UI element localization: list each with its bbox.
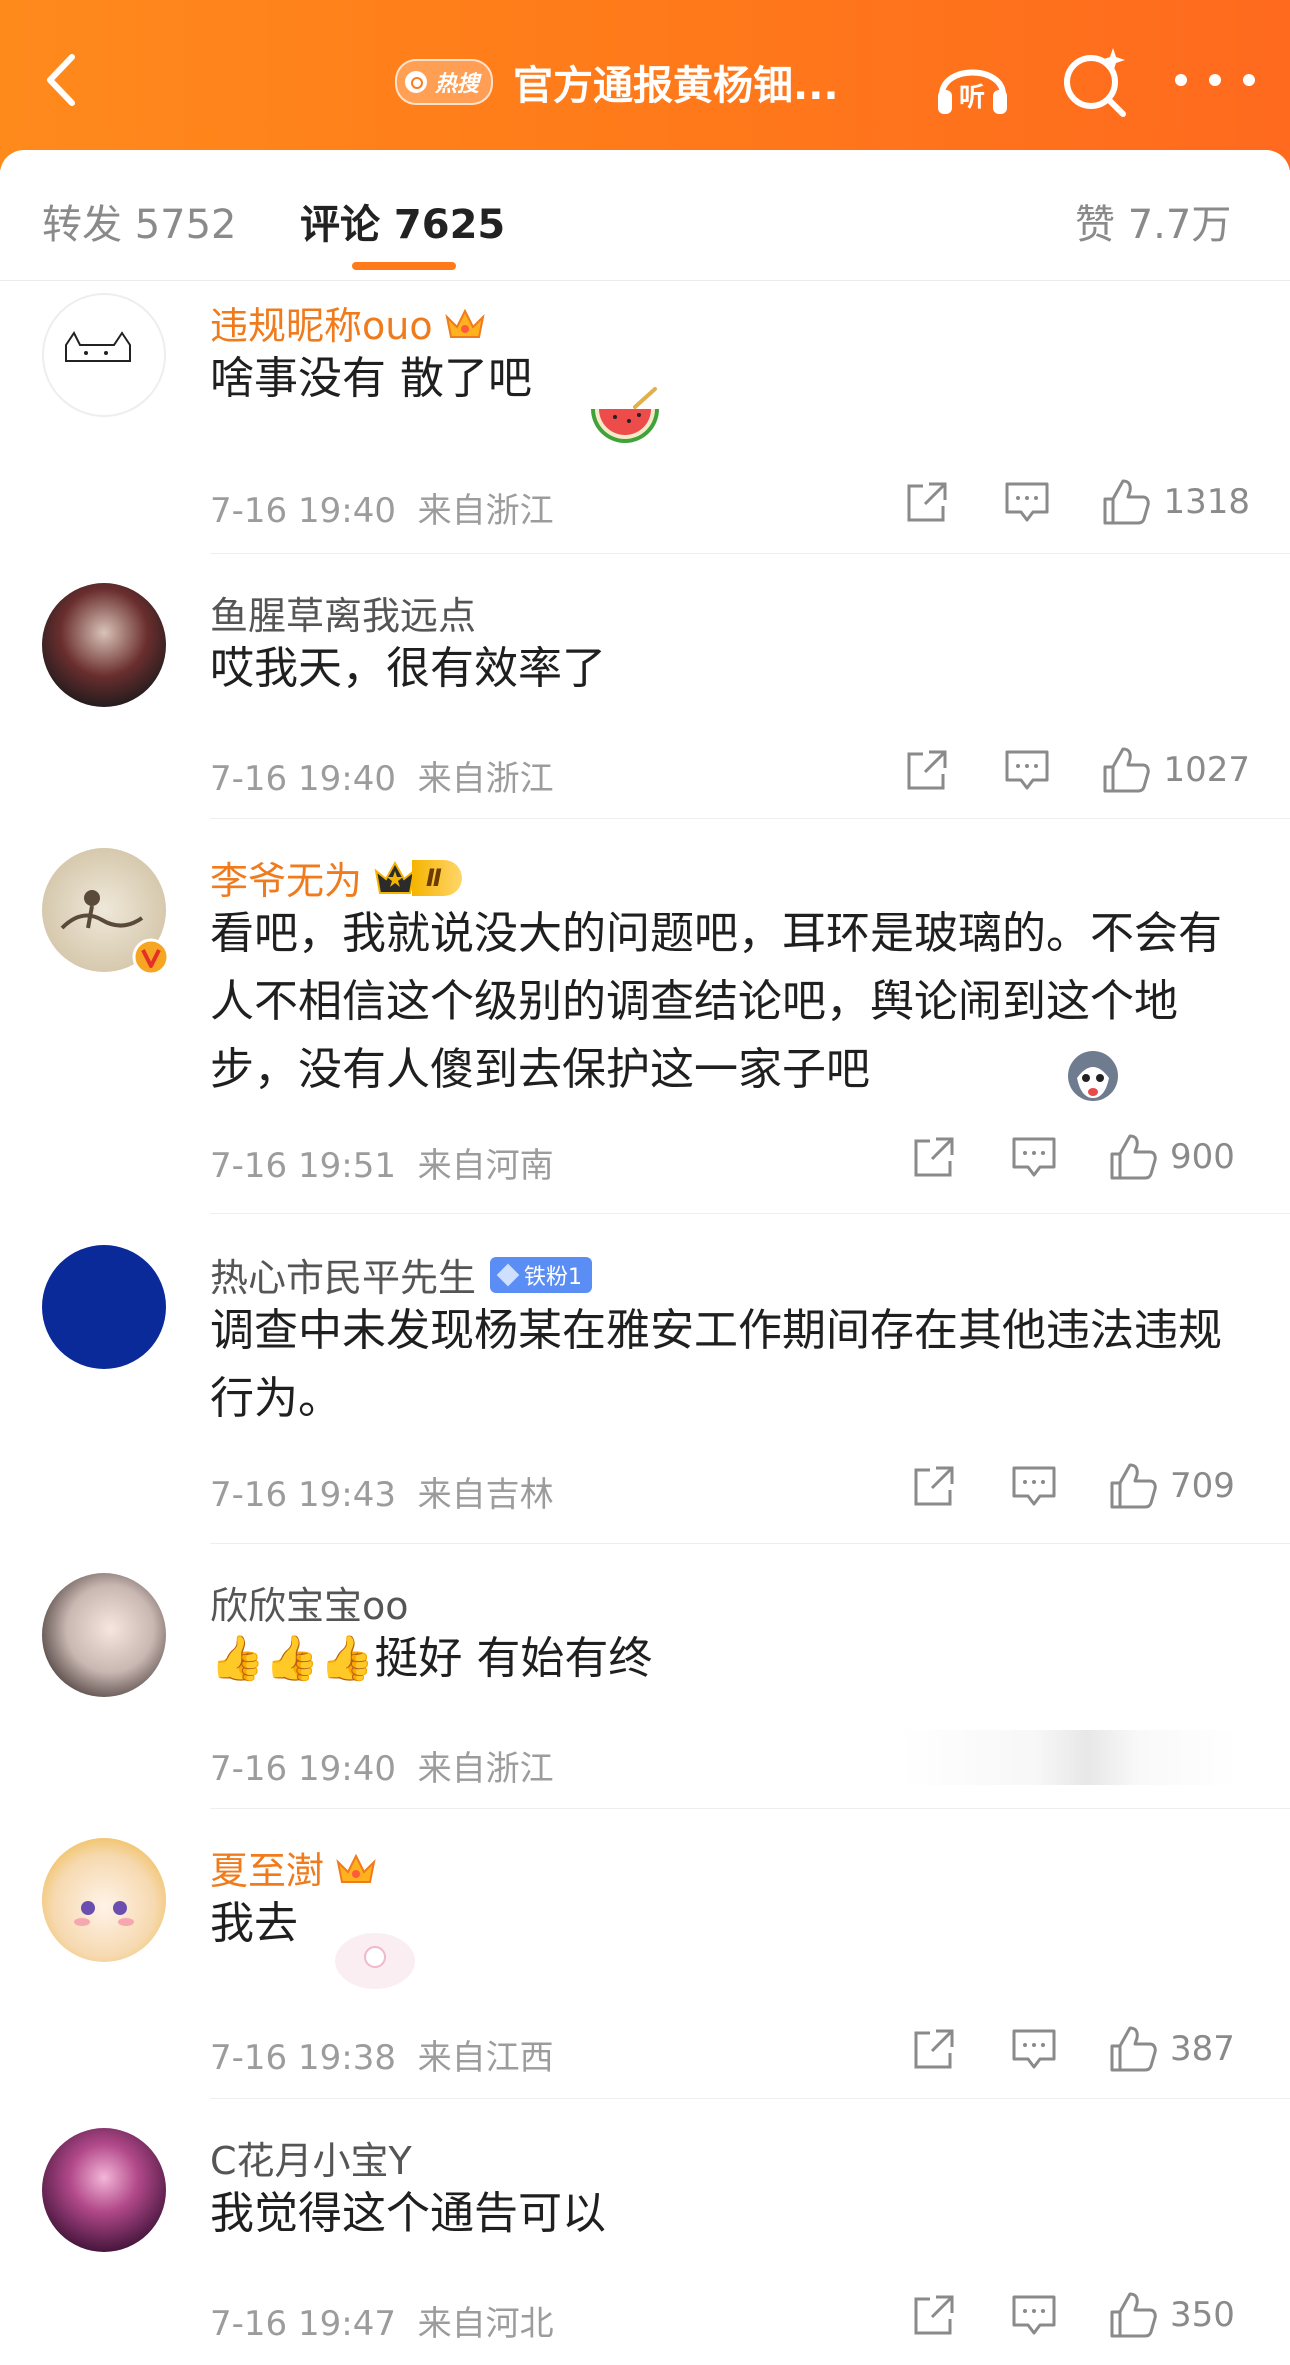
avatar[interactable] <box>42 2128 166 2252</box>
comment-text: 啥事没有 散了吧 <box>210 353 532 404</box>
active-tab-indicator <box>352 262 456 270</box>
like-count: 709 <box>1170 1466 1235 1506</box>
share-icon[interactable] <box>903 478 951 526</box>
comment-item: 欣欣宝宝oo 👍👍👍挺好 有始有终 7-16 19:40 来自浙江 <box>0 1545 1290 1810</box>
tab-likes[interactable]: 赞 7.7万 <box>1075 192 1231 250</box>
comment-actions: 350 <box>910 2290 1250 2340</box>
comment-text: 我觉得这个通告可以 <box>210 2188 606 2239</box>
avatar[interactable] <box>42 1838 166 1962</box>
comment-item: 李爷无为 Ⅱ 看吧，我就说没大的问题吧，耳环是玻璃的。不会有人不相信这个级别的调… <box>0 820 1290 1215</box>
avatar[interactable] <box>42 1573 166 1697</box>
tab-repost[interactable]: 转发 5752 <box>42 192 237 250</box>
reply-icon[interactable] <box>1010 1462 1058 1510</box>
comment-meta: 7-16 19:38 来自江西 <box>210 2038 554 2078</box>
share-icon[interactable] <box>910 2025 958 2073</box>
search-mini-icon <box>405 71 427 93</box>
comment-actions: 1318 <box>903 477 1250 527</box>
nickname[interactable]: 热心市民平先生 铁粉1 <box>210 1247 593 1302</box>
hot-search-badge: 热搜 <box>395 59 494 105</box>
nickname[interactable]: 欣欣宝宝oo <box>210 1575 409 1630</box>
svg-text:听: 听 <box>959 83 985 113</box>
reply-icon[interactable] <box>1010 1133 1058 1181</box>
sparkle-search-icon[interactable] <box>1055 42 1135 122</box>
divider <box>210 553 1290 554</box>
title-area[interactable]: 热搜 官方通报黄杨钿... <box>395 52 839 112</box>
comment-actions: 709 <box>910 1461 1250 1511</box>
like-thumb-icon[interactable] <box>1108 2290 1158 2340</box>
back-arrow-icon[interactable] <box>30 45 100 115</box>
comment-text: 👍👍👍挺好 有始有终 <box>210 1633 653 1684</box>
comment-actions: 1027 <box>903 745 1250 795</box>
like-count: 1027 <box>1163 750 1250 790</box>
headphones-icon[interactable]: 听 <box>930 40 1015 125</box>
page-title: 官方通报黄杨钿... <box>513 63 839 109</box>
comment-item: 热心市民平先生 铁粉1 调查中未发现杨某在雅安工作期间存在其他违法违规行为。 7… <box>0 1215 1290 1545</box>
nickname[interactable]: 违规昵称ouo <box>210 295 487 350</box>
nickname[interactable]: 夏至澍 <box>210 1840 378 1895</box>
divider <box>210 2098 1290 2099</box>
divider <box>210 818 1290 819</box>
divider <box>210 1213 1290 1214</box>
comment-meta: 7-16 19:40 来自浙江 <box>210 759 554 799</box>
verified-v-icon <box>132 938 170 976</box>
like-count: 900 <box>1170 1137 1235 1177</box>
like-thumb-icon[interactable] <box>1108 2024 1158 2074</box>
reply-icon[interactable] <box>1010 2025 1058 2073</box>
nickname[interactable]: 李爷无为 Ⅱ <box>210 850 462 905</box>
reply-icon[interactable] <box>1003 478 1051 526</box>
comment-meta: 7-16 19:43 来自吉林 <box>210 1475 554 1515</box>
nickname[interactable]: 鱼腥草离我远点 <box>210 585 476 640</box>
comment-text: 调查中未发现杨某在雅安工作期间存在其他违法违规行为。 <box>210 1305 1222 1424</box>
like-thumb-icon[interactable] <box>1101 745 1151 795</box>
like-count: 1318 <box>1163 482 1250 522</box>
avatar[interactable] <box>42 293 166 417</box>
like-thumb-icon[interactable] <box>1108 1132 1158 1182</box>
comment-item: 夏至澍 我去 7-16 19:38 来自江西 387 <box>0 1810 1290 2100</box>
like-count: 387 <box>1170 2029 1235 2069</box>
comment-meta: 7-16 19:47 来自河北 <box>210 2304 554 2344</box>
fan-badge: 铁粉1 <box>490 1256 593 1293</box>
like-thumb-icon[interactable] <box>1101 477 1151 527</box>
share-icon[interactable] <box>910 2291 958 2339</box>
tab-bar: 转发 5752 评论 7625 赞 7.7万 <box>0 150 1290 281</box>
top-bar: 热搜 官方通报黄杨钿... 听 <box>0 0 1290 170</box>
watermelon-icon <box>591 387 659 443</box>
comment-actions: 387 <box>910 2024 1250 2074</box>
comment-item: 违规昵称ouo 啥事没有 散了吧 7-16 19:40 来自浙江 1318 <box>0 285 1290 555</box>
comment-text: 哎我天，很有效率了 <box>210 643 606 694</box>
tab-comments[interactable]: 评论 7625 <box>300 192 505 250</box>
vip-level-badge: Ⅱ <box>372 857 462 899</box>
reply-icon[interactable] <box>1010 2291 1058 2339</box>
avatar[interactable] <box>42 1245 166 1369</box>
avatar[interactable] <box>42 583 166 707</box>
share-icon[interactable] <box>910 1133 958 1181</box>
comment-item: C花月小宝Y 我觉得这个通告可以 7-16 19:47 来自河北 350 <box>0 2100 1290 2365</box>
comment-meta: 7-16 19:40 来自浙江 <box>210 491 554 531</box>
like-count: 350 <box>1170 2295 1235 2335</box>
blurred-actions <box>900 1730 1240 1785</box>
bubble-sticker-icon <box>335 1933 415 1989</box>
nickname[interactable]: C花月小宝Y <box>210 2130 412 2185</box>
divider <box>210 1543 1290 1544</box>
share-icon[interactable] <box>903 746 951 794</box>
divider <box>210 1808 1290 1809</box>
crown-badge-icon <box>336 1853 376 1883</box>
comment-item: 鱼腥草离我远点 哎我天，很有效率了 7-16 19:40 来自浙江 1027 <box>0 555 1290 820</box>
comment-actions: 900 <box>910 1132 1250 1182</box>
comment-meta: 7-16 19:51 来自河南 <box>210 1146 554 1186</box>
comment-meta: 7-16 19:40 来自浙江 <box>210 1749 554 1789</box>
anime-girl-icon <box>74 1901 134 1926</box>
reply-icon[interactable] <box>1003 746 1051 794</box>
more-dots-icon[interactable] <box>1175 55 1255 105</box>
husky-emoji-icon <box>1068 1051 1118 1101</box>
diamond-icon <box>496 1263 520 1286</box>
share-icon[interactable] <box>910 1462 958 1510</box>
cat-doodle-icon <box>65 331 131 362</box>
crown-badge-icon <box>444 308 485 338</box>
like-thumb-icon[interactable] <box>1108 1461 1158 1511</box>
